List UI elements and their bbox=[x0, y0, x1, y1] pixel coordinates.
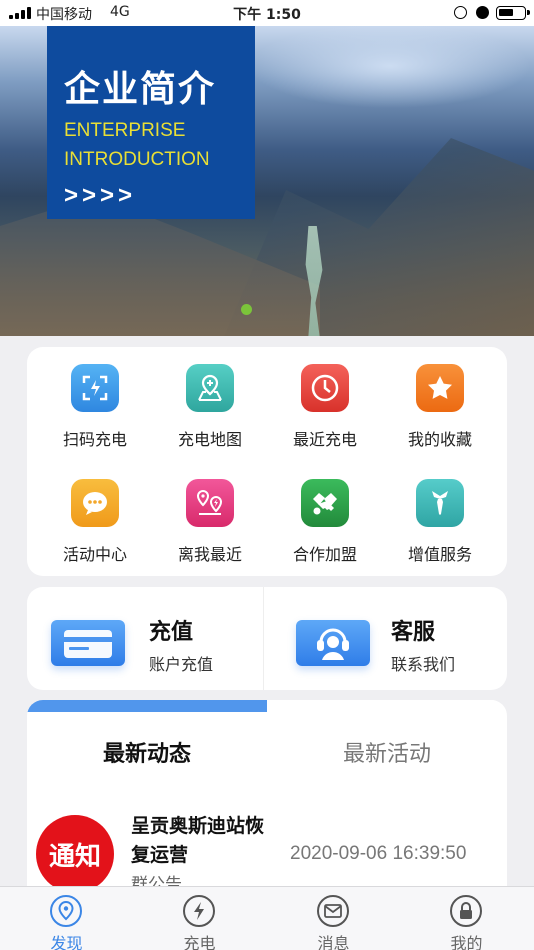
menu-item-scan-charge[interactable]: 扫码充电 bbox=[35, 348, 155, 449]
service-subtitle: 联系我们 bbox=[391, 655, 456, 674]
quick-actions: 充值 账户充值 客服 联系我们 bbox=[27, 587, 507, 690]
tab-label: 充电 bbox=[183, 934, 216, 950]
banner-arrows: >>>> bbox=[64, 182, 137, 209]
menu-item-charge-map[interactable]: 充电地图 bbox=[150, 348, 270, 449]
card-icon bbox=[51, 620, 125, 666]
menu-item-label: 我的收藏 bbox=[407, 430, 472, 449]
status-bar: 中国移动 4G 下午 1:50 bbox=[0, 0, 534, 26]
active-tab-indicator bbox=[27, 700, 267, 712]
banner-subtitle-line2: INTRODUCTION bbox=[64, 149, 210, 170]
alarm-icon bbox=[476, 6, 489, 19]
recharge-title: 充值 bbox=[149, 620, 194, 645]
message-icon bbox=[317, 895, 349, 927]
banner-subtitle-line1: ENTERPRISE bbox=[64, 120, 186, 141]
scan-icon bbox=[71, 364, 119, 412]
banner-title: 企业简介 bbox=[64, 69, 217, 110]
tie-icon bbox=[416, 479, 464, 527]
tab-discover[interactable]: 发现 bbox=[0, 887, 133, 950]
nearby-icon bbox=[186, 479, 234, 527]
menu-item-value-added[interactable]: 增值服务 bbox=[380, 463, 500, 564]
clock-icon bbox=[301, 364, 349, 412]
menu-item-label: 离我最近 bbox=[177, 545, 242, 564]
tab-latest-news[interactable]: 最新动态 bbox=[27, 736, 267, 768]
map-icon bbox=[186, 364, 234, 412]
banner-subtitle: ENTERPRISE INTRODUCTION bbox=[64, 116, 210, 174]
news-title: 呈贡奥斯迪站恢复运营 bbox=[131, 815, 265, 866]
menu-item-favorites[interactable]: 我的收藏 bbox=[380, 348, 500, 449]
tab-label: 发现 bbox=[50, 934, 83, 950]
service-title: 客服 bbox=[391, 620, 436, 645]
tab-charge[interactable]: 充电 bbox=[133, 887, 266, 950]
notice-thumbnail-text: 通知 bbox=[48, 841, 101, 872]
menu-item-label: 最近充电 bbox=[292, 430, 357, 449]
bottom-tab-bar: 发现 充电 消息 我的 bbox=[0, 886, 534, 950]
menu-item-recent-charge[interactable]: 最近充电 bbox=[265, 348, 385, 449]
tab-profile[interactable]: 我的 bbox=[400, 887, 533, 950]
menu-item-nearby[interactable]: 离我最近 bbox=[150, 463, 270, 564]
menu-item-label: 充电地图 bbox=[177, 430, 242, 449]
news-time: 2020-09-06 16:39:50 bbox=[290, 843, 467, 864]
handshake-icon bbox=[301, 479, 349, 527]
tab-label: 消息 bbox=[317, 934, 350, 950]
tab-messages[interactable]: 消息 bbox=[267, 887, 400, 950]
tab-label: 我的 bbox=[450, 934, 483, 950]
customer-service-button[interactable]: 客服 联系我们 bbox=[264, 587, 507, 690]
chat-icon bbox=[71, 479, 119, 527]
battery-icon bbox=[496, 6, 530, 20]
profile-icon bbox=[450, 895, 482, 927]
discover-icon bbox=[50, 895, 82, 927]
recharge-subtitle: 账户充值 bbox=[149, 655, 214, 674]
menu-item-activity-center[interactable]: 活动中心 bbox=[35, 463, 155, 564]
recharge-button[interactable]: 充值 账户充值 bbox=[27, 587, 263, 690]
menu-item-label: 合作加盟 bbox=[292, 545, 357, 564]
carousel-indicator-dot[interactable] bbox=[241, 304, 252, 315]
notice-thumbnail: 通知 bbox=[36, 815, 114, 893]
rotation-lock-icon bbox=[454, 6, 467, 19]
charge-icon bbox=[183, 895, 215, 927]
headset-icon bbox=[296, 620, 370, 666]
menu-item-partnership[interactable]: 合作加盟 bbox=[265, 463, 385, 564]
menu-item-label: 活动中心 bbox=[62, 545, 127, 564]
feature-menu: 扫码充电 充电地图 最近充电 我的收藏 活动中心 离我最近 合作加盟 增值服务 bbox=[27, 347, 507, 576]
menu-item-label: 扫码充电 bbox=[62, 430, 127, 449]
star-icon bbox=[416, 364, 464, 412]
banner-carousel[interactable]: 企业简介 ENTERPRISE INTRODUCTION >>>> bbox=[0, 26, 534, 336]
tab-latest-activities[interactable]: 最新活动 bbox=[267, 736, 507, 768]
menu-item-label: 增值服务 bbox=[407, 545, 472, 564]
